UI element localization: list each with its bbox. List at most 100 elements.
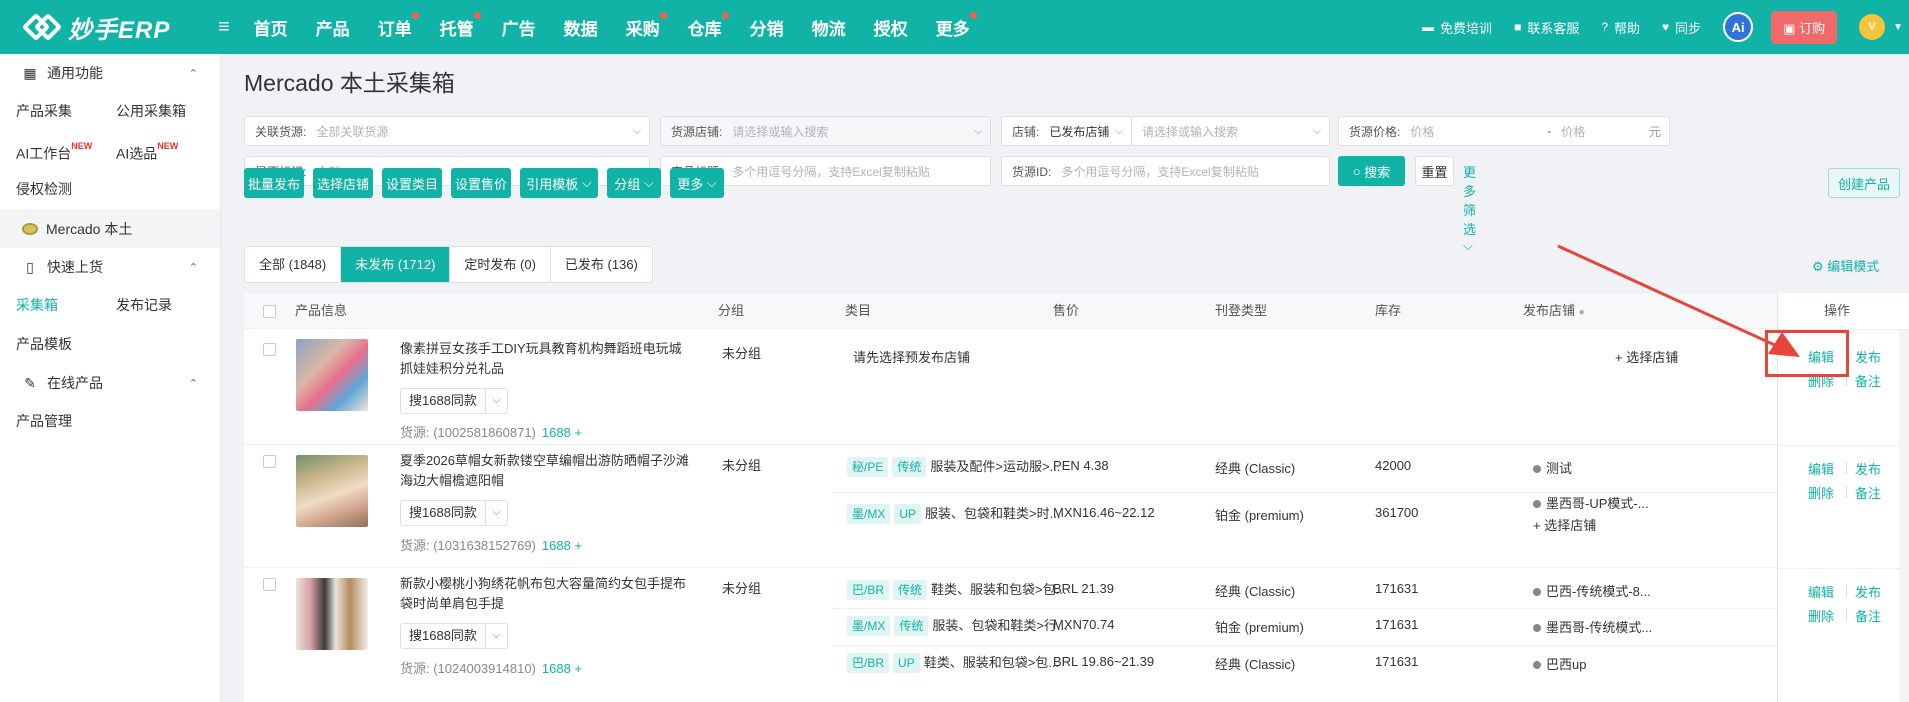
order-button[interactable]: ▣ 订购: [1771, 10, 1838, 44]
note-button[interactable]: 备注: [1855, 371, 1881, 390]
nav-ads[interactable]: 广告: [502, 15, 536, 40]
template-dropdown-button[interactable]: 引用模板 ⌵: [520, 168, 598, 198]
source-id-input[interactable]: 货源ID: 多个用逗号分隔，支持Excel复制粘贴: [1001, 156, 1330, 186]
search-1688-dropdown[interactable]: 搜1688同款 ⌵: [400, 388, 508, 414]
sidebar-item-manage[interactable]: 产品管理: [0, 402, 220, 441]
nav-distribution[interactable]: 分销: [750, 15, 784, 40]
tab-unpublished[interactable]: 未发布 (1712): [341, 247, 451, 282]
col-operations: 操作: [1824, 303, 1851, 318]
batch-publish-button[interactable]: 批量发布: [244, 168, 304, 198]
set-price-button[interactable]: 设置售价: [451, 168, 511, 198]
source-1688-link[interactable]: 1688 +: [542, 425, 582, 440]
search-button[interactable]: ○ 搜索: [1338, 156, 1405, 186]
search-1688-dropdown[interactable]: 搜1688同款 ⌵: [400, 623, 508, 649]
product-title[interactable]: 像素拼豆女孩手工DIY玩具教育机构舞蹈班电玩城抓娃娃积分兑礼品: [400, 339, 690, 379]
related-source-select[interactable]: 关联货源: 全部关联货源 ⌵: [244, 116, 650, 146]
chevron-up-icon: ⌃: [188, 261, 198, 274]
create-product-button[interactable]: 创建产品: [1828, 168, 1900, 198]
edit-mode-link[interactable]: ⚙ 编辑模式: [1812, 256, 1879, 275]
status-dot: [1533, 661, 1541, 669]
edit-button[interactable]: 编辑: [1808, 582, 1834, 601]
user-avatar[interactable]: V: [1859, 14, 1886, 40]
menu-toggle-icon[interactable]: ≡: [218, 16, 230, 39]
sidebar-item-ai-workbench[interactable]: AI工作台NEW: [16, 131, 116, 170]
nav-data[interactable]: 数据: [564, 15, 598, 40]
nav-warehouse[interactable]: 仓库: [688, 11, 729, 40]
nav-orders[interactable]: 订单: [378, 11, 419, 40]
nav-purchase[interactable]: 采购: [626, 11, 667, 40]
product-thumbnail[interactable]: [296, 578, 368, 650]
training-link[interactable]: ▬ 免费培训: [1422, 18, 1492, 37]
reset-button[interactable]: 重置: [1415, 156, 1454, 186]
product-thumbnail[interactable]: [296, 455, 368, 527]
sidebar-item-collect-box[interactable]: 采集箱: [16, 286, 116, 325]
price-dash: -: [1547, 124, 1552, 138]
search-1688-dropdown[interactable]: 搜1688同款 ⌵: [400, 500, 508, 526]
note-button[interactable]: 备注: [1855, 483, 1881, 502]
ai-assistant-button[interactable]: Ai: [1723, 12, 1754, 42]
chat-icon: ■: [1514, 20, 1522, 34]
source-1688-link[interactable]: 1688 +: [542, 661, 582, 676]
sidebar-group-common[interactable]: ▦ 通用功能 ⌃: [0, 54, 220, 92]
note-button[interactable]: 备注: [1855, 606, 1881, 625]
row-checkbox[interactable]: [263, 455, 276, 468]
scrollbar[interactable]: [1899, 330, 1909, 702]
store-select[interactable]: 店铺: 已发布店铺 ⌵: [1001, 116, 1132, 146]
app-logo[interactable]: 妙手ERP: [21, 10, 192, 45]
product-title[interactable]: 夏季2026草帽女新款镂空草编帽出游防晒帽子沙滩海边大帽檐遮阳帽: [400, 451, 690, 491]
status-tabs: 全部 (1848) 未发布 (1712) 定时发布 (0) 已发布 (136): [244, 246, 653, 283]
source-price-range[interactable]: 货源价格: 价格 - 价格元: [1338, 116, 1670, 146]
help-link[interactable]: ? 帮助: [1601, 18, 1640, 37]
gear-icon: ⚙: [1812, 259, 1828, 274]
delete-button[interactable]: 删除: [1808, 606, 1834, 625]
group-value: 未分组: [722, 458, 762, 473]
product-title[interactable]: 新款小樱桃小狗绣花帆布包大容量简约女包手提布袋时尚单肩包手提: [400, 574, 690, 614]
store-search-input[interactable]: 请选择或输入搜索 ⌵: [1131, 116, 1330, 146]
chevron-down-icon[interactable]: ▼: [1893, 22, 1903, 33]
nav-authorize[interactable]: 授权: [874, 15, 908, 40]
publish-button[interactable]: 发布: [1855, 347, 1881, 366]
edit-button[interactable]: 编辑: [1808, 459, 1834, 478]
source-1688-link[interactable]: 1688 +: [542, 538, 582, 553]
more-dropdown-button[interactable]: 更多 ⌵: [670, 168, 724, 198]
sidebar-item-publish-log[interactable]: 发布记录: [116, 286, 216, 325]
row-checkbox[interactable]: [263, 343, 276, 356]
chevron-down-icon: ⌵: [484, 501, 507, 525]
sidebar-group-online[interactable]: ✎ 在线产品 ⌃: [0, 364, 220, 402]
row-checkbox[interactable]: [263, 578, 276, 591]
product-thumbnail[interactable]: [296, 339, 368, 411]
sidebar-group-quick[interactable]: ▯ 快速上货 ⌃: [0, 248, 220, 286]
sidebar-item-ai-select[interactable]: AI选品NEW: [116, 131, 216, 170]
notification-dot: [659, 11, 667, 19]
site-tag: 墨/MX: [847, 616, 891, 636]
tab-scheduled[interactable]: 定时发布 (0): [450, 247, 551, 282]
sidebar-item-infringe[interactable]: 侵权检测: [0, 170, 220, 209]
support-link[interactable]: ■ 联系客服: [1514, 18, 1579, 37]
group-dropdown-button[interactable]: 分组 ⌵: [607, 168, 661, 198]
tab-all[interactable]: 全部 (1848): [245, 247, 342, 282]
nav-more[interactable]: 更多: [936, 11, 977, 40]
choose-store-button[interactable]: 选择店铺: [313, 168, 373, 198]
col-publish-store: 发布店铺 ●: [1523, 303, 1585, 318]
sync-link[interactable]: ♥ 同步: [1662, 18, 1701, 37]
nav-products[interactable]: 产品: [316, 15, 350, 40]
set-category-button[interactable]: 设置类目: [382, 168, 442, 198]
listing-stock: 171631: [1375, 617, 1419, 632]
nav-hosting[interactable]: 托管: [440, 11, 481, 40]
sidebar-item-mercado[interactable]: Mercado 本土: [0, 209, 220, 248]
more-filters-link[interactable]: 更多筛选 ⌵: [1463, 162, 1476, 254]
sidebar-item-public-box[interactable]: 公用采集箱: [116, 92, 216, 131]
nav-home[interactable]: 首页: [254, 15, 288, 40]
tab-published[interactable]: 已发布 (136): [551, 247, 652, 282]
choose-store-link[interactable]: + 选择店铺: [1533, 515, 1596, 534]
sidebar-item-template[interactable]: 产品模板: [0, 325, 220, 364]
publish-button[interactable]: 发布: [1855, 582, 1881, 601]
price-min-input[interactable]: 价格: [1410, 123, 1547, 140]
select-all-checkbox[interactable]: [263, 305, 276, 318]
publish-button[interactable]: 发布: [1855, 459, 1881, 478]
delete-button[interactable]: 删除: [1808, 483, 1834, 502]
sidebar-item-product-collect[interactable]: 产品采集: [16, 92, 116, 131]
source-shop-select[interactable]: 货源店铺: 请选择或输入搜索 ⌵: [660, 116, 991, 146]
nav-logistics[interactable]: 物流: [812, 15, 846, 40]
choose-store-link[interactable]: + 选择店铺: [1615, 347, 1678, 366]
